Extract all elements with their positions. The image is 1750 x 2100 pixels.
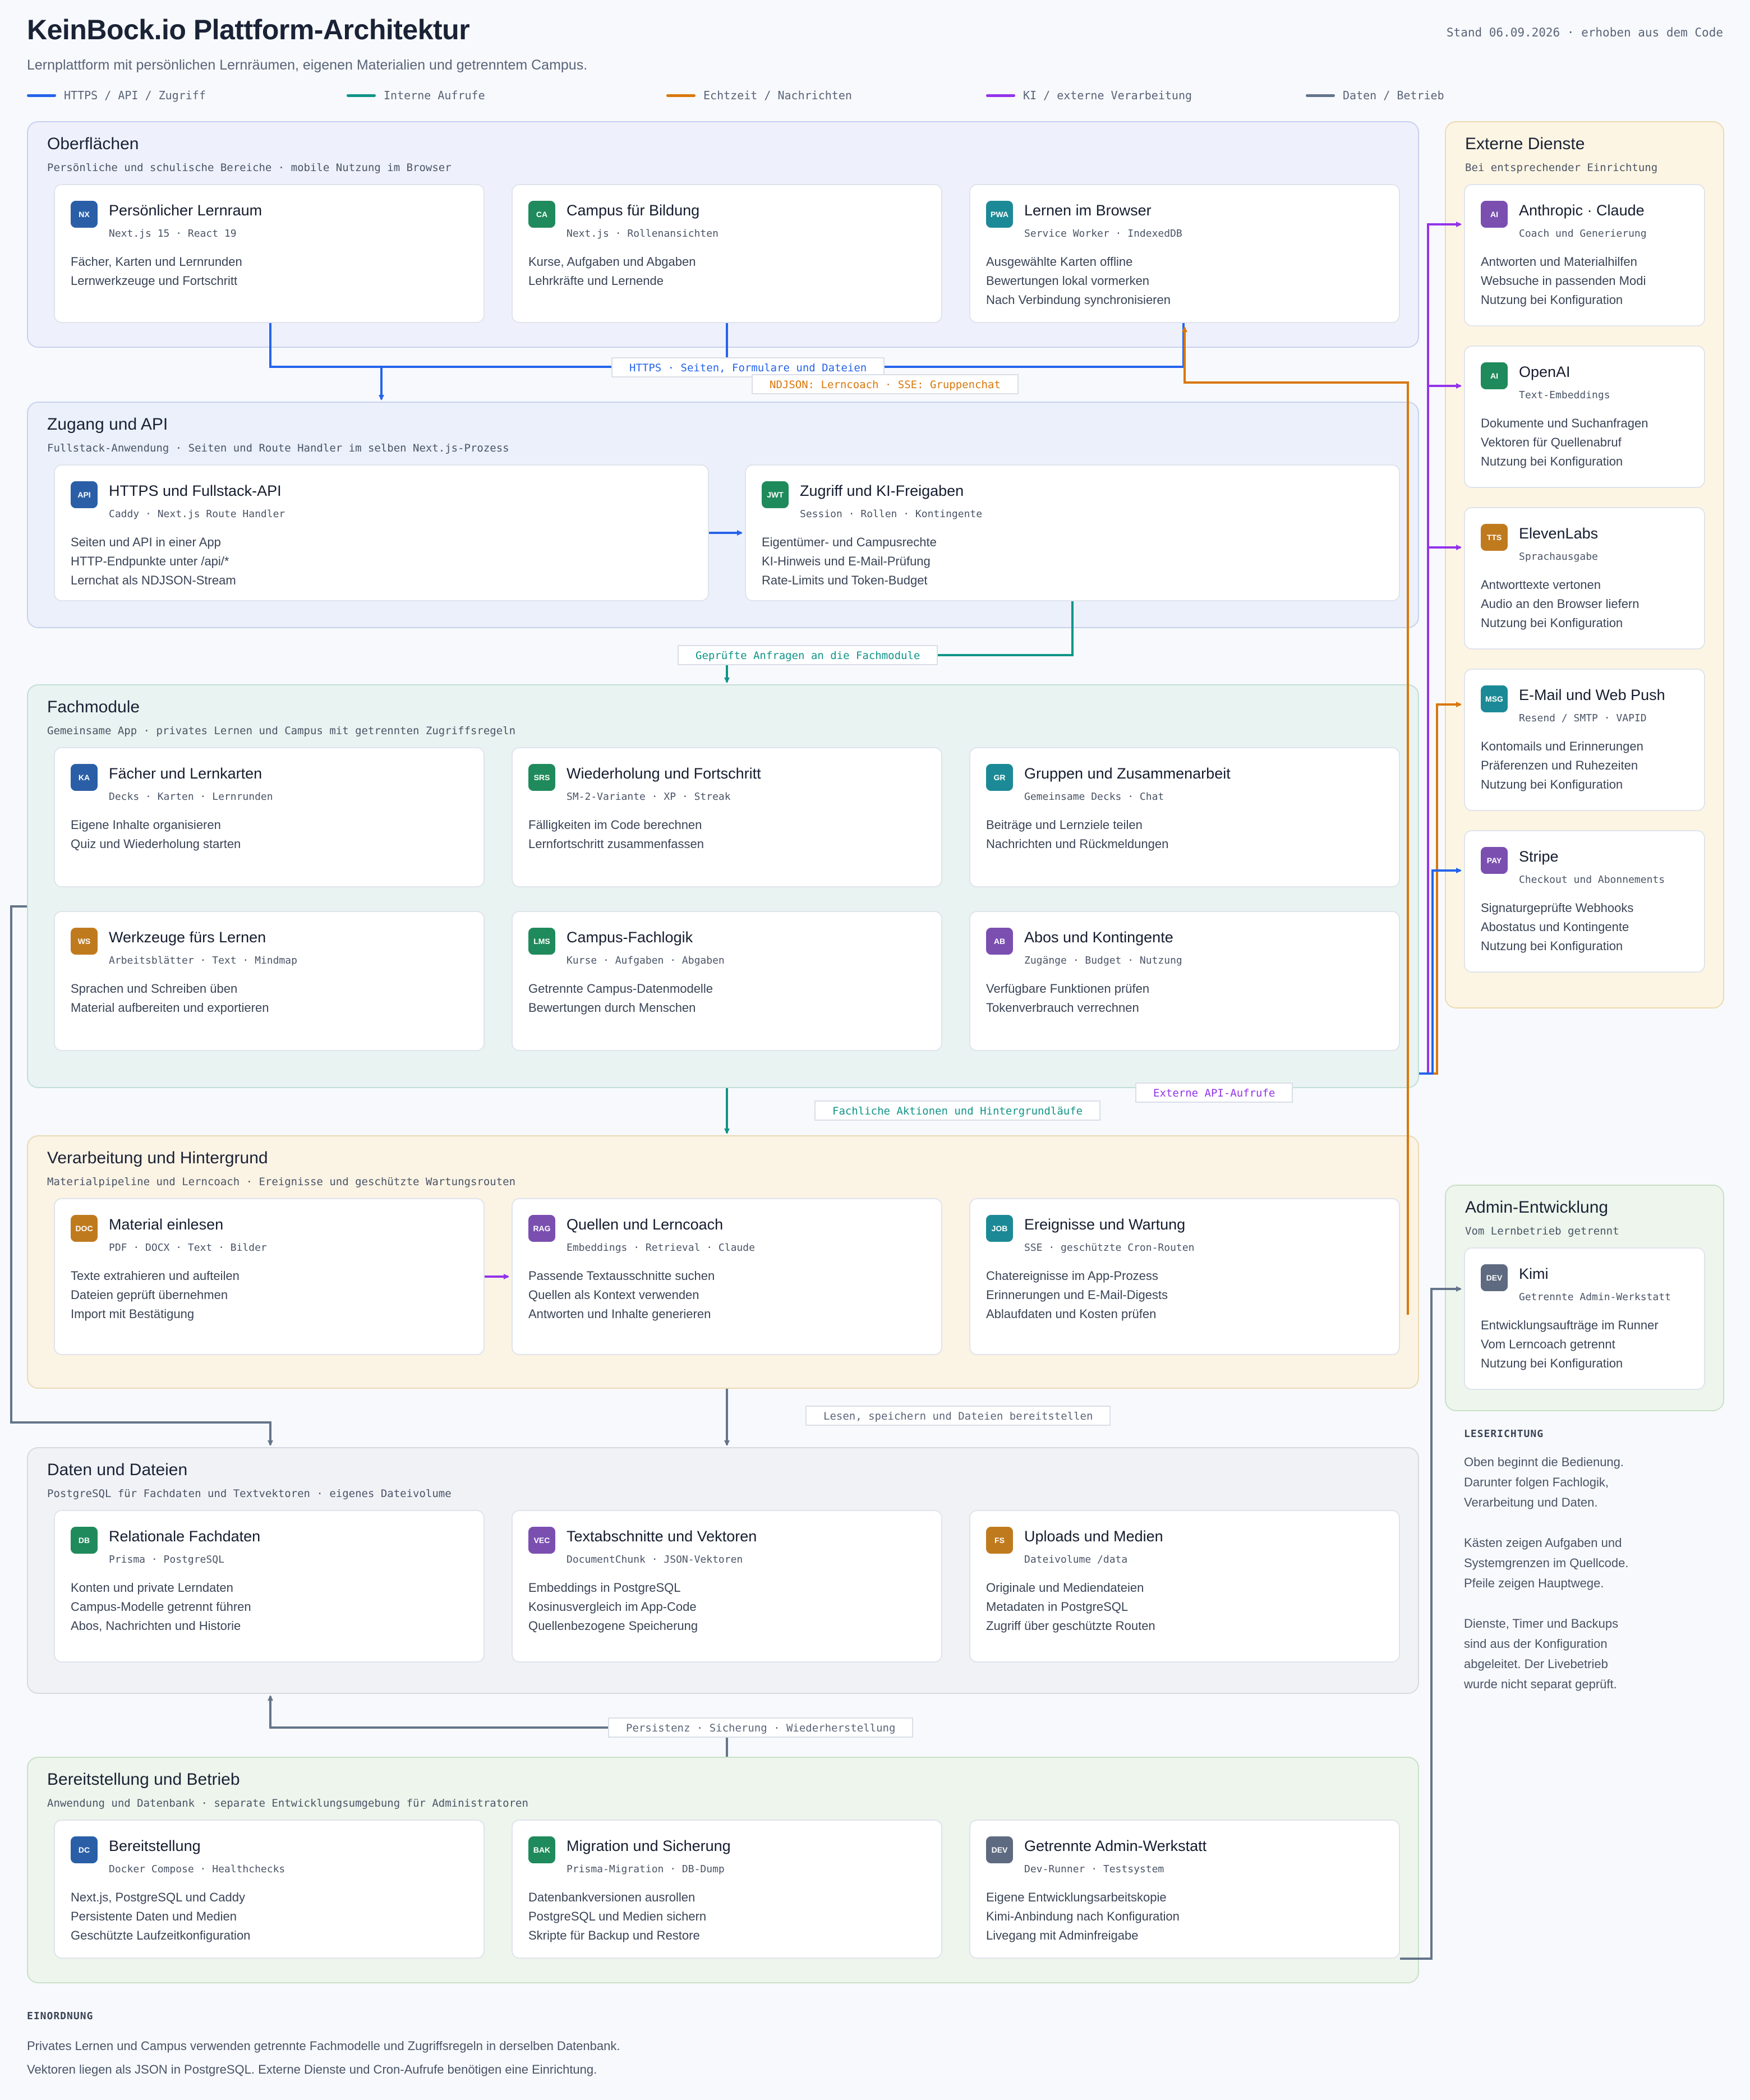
footer-text: Privates Lernen und Campus verwenden get… — [27, 2039, 620, 2076]
reading-guide-text: Oben beginnt die Bedienung. Darunter folg… — [1464, 1455, 1629, 1691]
edge-label-ndjson: NDJSON: Lerncoach · SSE: Gruppenchat — [752, 374, 1019, 394]
arrow-realtime-to-browser — [1182, 326, 1409, 1315]
arrow-admin-to-kimi — [1400, 1286, 1462, 1960]
arrow-access-to-domain — [724, 601, 1074, 683]
arrow-to-anthropic — [1419, 222, 1462, 1075]
reading-guide-heading: LESERICHTUNG — [1464, 1428, 1544, 1440]
connector-arrows — [10, 222, 1462, 1960]
edge-label-checked-requests: Geprüfte Anfragen an die Fachmodule — [678, 645, 938, 665]
edge-label-readwrite: Lesen, speichern und Dateien bereitstell… — [805, 1406, 1111, 1426]
footer-note: EINORDNUNG Privates Lernen und Campus ve… — [27, 2010, 620, 2081]
edge-label-persist: Persistenz · Sicherung · Wiederherstellu… — [608, 1717, 914, 1738]
edge-label-external: Externe API-Aufrufe — [1135, 1083, 1293, 1103]
edge-label-actions: Fachliche Aktionen und Hintergrundläufe — [814, 1100, 1101, 1121]
arrow-to-mail — [1419, 702, 1462, 1075]
footer-heading: EINORDNUNG — [27, 2010, 94, 2022]
arrow-to-stripe — [1419, 868, 1462, 1075]
arrow-domain-to-data — [10, 905, 273, 1446]
reading-guide: LESERICHTUNG Oben beginnt die Bedienung.… — [1464, 1428, 1711, 1694]
